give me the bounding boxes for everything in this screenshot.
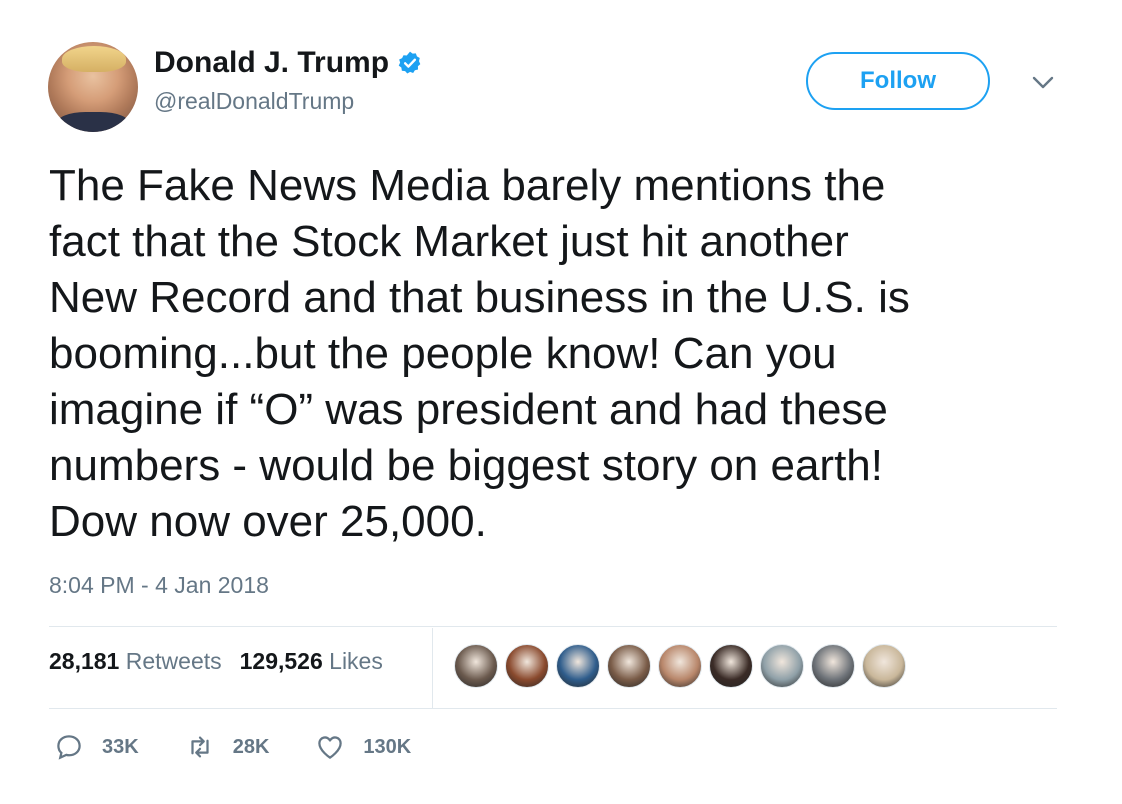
retweet-icon bbox=[191, 736, 209, 758]
engagement-stats: 28,181 Retweets 129,526 Likes bbox=[49, 648, 401, 675]
avatar-hair bbox=[62, 46, 126, 72]
liker-avatar[interactable] bbox=[556, 644, 600, 688]
author-handle[interactable]: @realDonaldTrump bbox=[154, 88, 354, 115]
retweet-button[interactable]: 28K bbox=[185, 732, 270, 762]
likes-label: Likes bbox=[329, 648, 383, 674]
tweet-text: The Fake News Media barely mentions the … bbox=[49, 161, 910, 546]
liker-avatar[interactable] bbox=[454, 644, 498, 688]
author-name[interactable]: Donald J. Trump bbox=[154, 46, 389, 80]
retweets-count: 28,181 bbox=[49, 648, 120, 674]
retweets-stat[interactable]: 28,181 Retweets bbox=[49, 648, 222, 675]
liker-avatar[interactable] bbox=[658, 644, 702, 688]
like-button[interactable]: 130K bbox=[315, 732, 411, 762]
likes-count: 129,526 bbox=[239, 648, 323, 674]
retweet-count: 28K bbox=[232, 735, 270, 758]
retweets-label: Retweets bbox=[125, 648, 222, 674]
liker-avatar[interactable] bbox=[607, 644, 651, 688]
reply-count: 33K bbox=[102, 735, 139, 758]
liker-avatar[interactable] bbox=[862, 644, 906, 688]
like-count: 130K bbox=[363, 735, 412, 758]
verified-badge-icon bbox=[398, 51, 421, 74]
reply-icon bbox=[57, 735, 81, 760]
follow-button[interactable]: Follow bbox=[806, 52, 990, 110]
heart-icon bbox=[318, 736, 343, 759]
tweet-timestamp[interactable]: 8:04 PM - 4 Jan 2018 bbox=[49, 572, 269, 599]
divider-bottom bbox=[49, 708, 1057, 709]
liker-avatar[interactable] bbox=[505, 644, 549, 688]
divider-top bbox=[49, 626, 1057, 627]
stats-divider bbox=[432, 628, 433, 708]
tweet-actions: 33K 28K 130K bbox=[54, 732, 457, 762]
liker-avatar[interactable] bbox=[760, 644, 804, 688]
liker-avatars bbox=[454, 644, 913, 688]
liker-avatar[interactable] bbox=[811, 644, 855, 688]
likes-stat[interactable]: 129,526 Likes bbox=[240, 648, 383, 675]
avatar-suit bbox=[56, 112, 130, 132]
chevron-down-icon[interactable] bbox=[1030, 74, 1056, 92]
author-name-row: Donald J. Trump bbox=[154, 46, 423, 80]
reply-button[interactable]: 33K bbox=[54, 732, 139, 762]
avatar[interactable] bbox=[48, 42, 138, 132]
liker-avatar[interactable] bbox=[709, 644, 753, 688]
